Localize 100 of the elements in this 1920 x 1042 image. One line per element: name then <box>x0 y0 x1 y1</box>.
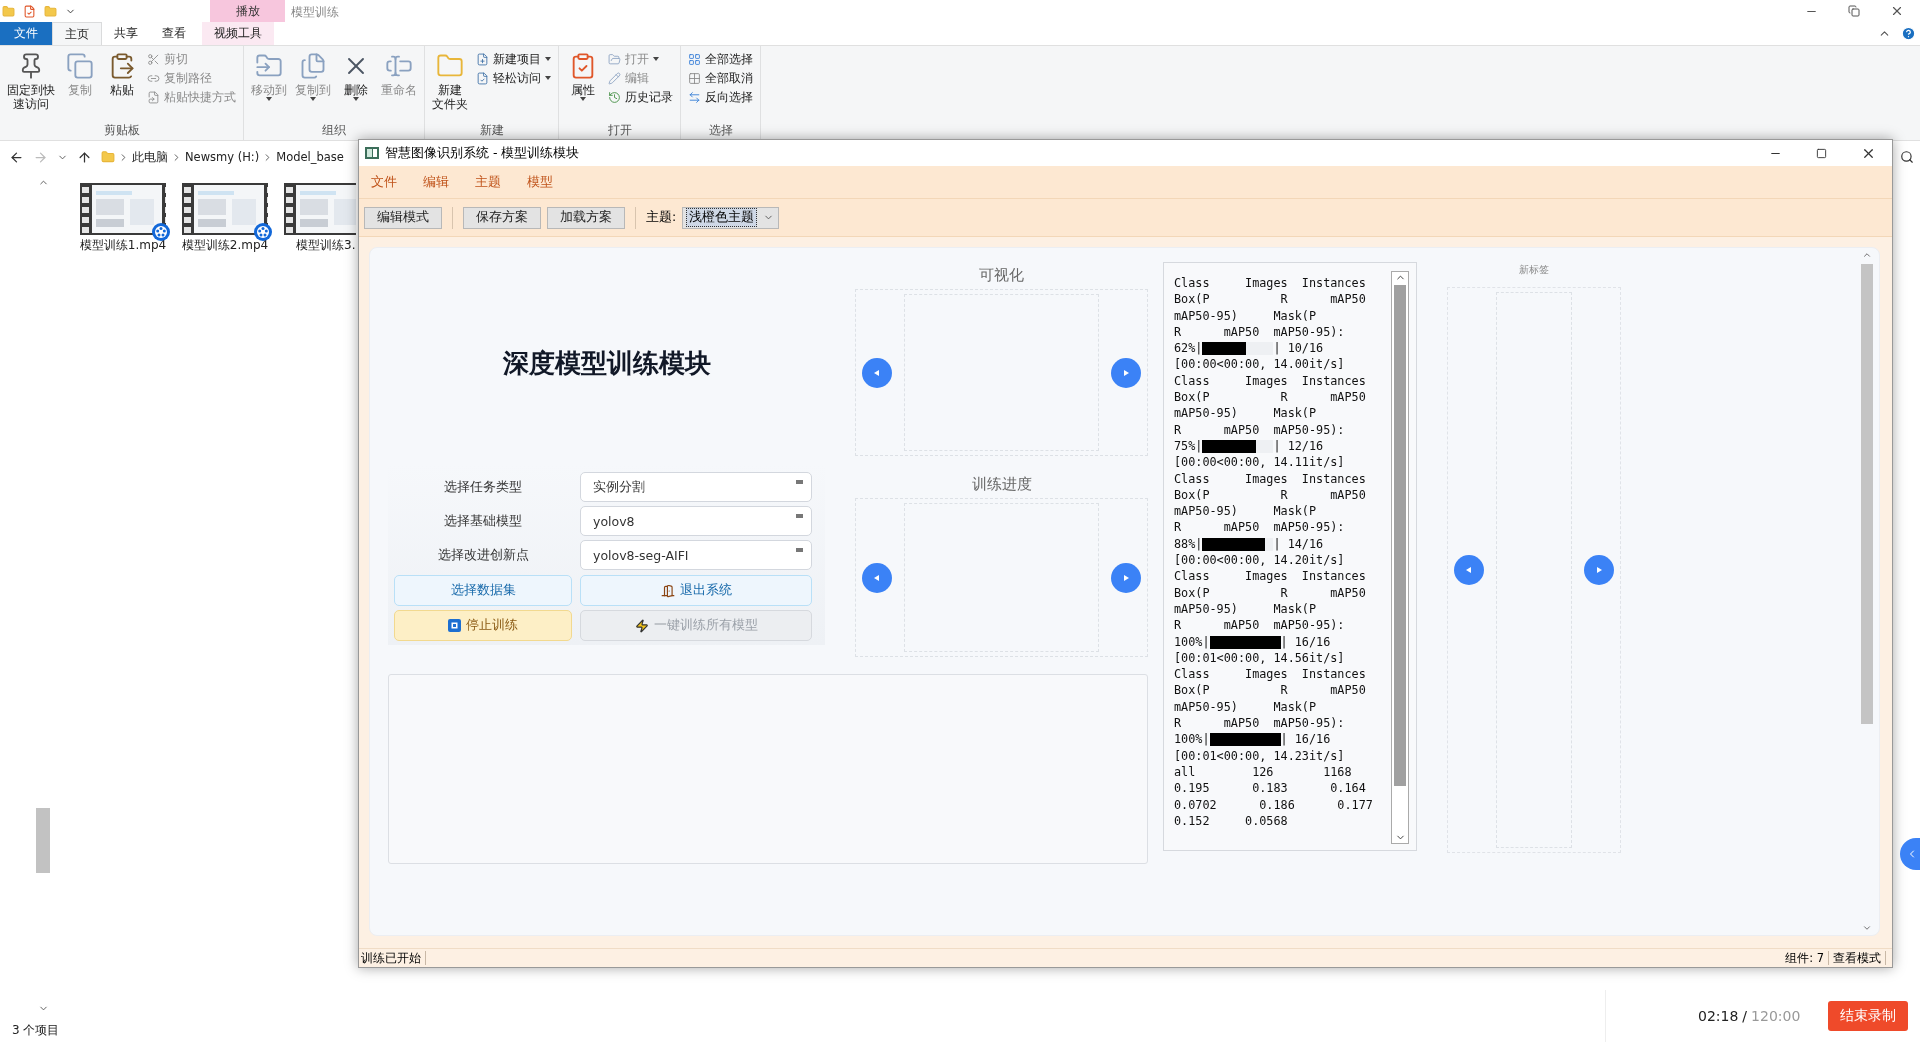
menu-item[interactable]: 文件 <box>371 173 397 191</box>
log-line: Box(P R mAP50 <box>1174 389 1366 406</box>
menu-item[interactable]: 主题 <box>475 173 501 191</box>
folder-open-icon <box>608 52 621 66</box>
ribbon-button[interactable]: 轻松访问 <box>473 69 554 87</box>
scrollbar-thumb[interactable] <box>1861 264 1873 724</box>
scroll-up-icon[interactable] <box>1862 250 1872 260</box>
log-line: [00:00<00:00, 14.20it/s] <box>1174 552 1345 569</box>
back-icon[interactable] <box>9 149 24 165</box>
log-line: R mAP50 mAP50-95): <box>1174 323 1345 341</box>
ribbon-button[interactable]: 历史记录 <box>605 88 676 106</box>
side-tab[interactable] <box>1900 838 1920 870</box>
ribbon-button[interactable]: 新建 文件夹 <box>429 48 471 122</box>
caret-left-icon <box>873 573 882 582</box>
forward-icon[interactable] <box>33 149 48 165</box>
log-line: | 14/16 <box>1273 535 1324 553</box>
file-shortcut-icon <box>147 90 160 104</box>
group-label: 新建 <box>478 122 505 139</box>
log-line: | 10/16 <box>1273 340 1324 357</box>
log-line: Box(P R mAP50 <box>1174 486 1366 504</box>
action-button[interactable]: 停止训练 <box>394 610 572 641</box>
caret-icon <box>545 76 551 80</box>
select-field[interactable]: yolov8-seg-AIFI <box>580 540 812 570</box>
log-line: Class Images Instances <box>1174 275 1366 292</box>
folder-icon[interactable] <box>44 4 57 18</box>
up-icon[interactable] <box>77 149 92 165</box>
log-line: 0.152 0.0568 <box>1174 812 1288 830</box>
context-tab-header: 播放 <box>210 0 285 22</box>
log-line: 100%| <box>1174 633 1210 650</box>
ribbon-button[interactable]: 固定到快 速访问 <box>4 48 58 122</box>
ribbon-tab[interactable]: 文件 <box>0 22 52 45</box>
ribbon-tab[interactable]: 主页 <box>52 22 102 45</box>
log-line: R mAP50 mAP50-95): <box>1174 617 1345 634</box>
folder-icon[interactable] <box>2 4 15 18</box>
search-icon[interactable] <box>1900 150 1914 164</box>
file-name[interactable]: 模型训练1.mp4 <box>79 237 167 254</box>
previous-button[interactable] <box>1454 555 1484 585</box>
ribbon-tab[interactable]: 共享 <box>102 22 150 45</box>
ribbon-button[interactable]: 反向选择 <box>685 88 756 106</box>
ribbon-button[interactable]: 全部选择 <box>685 50 756 68</box>
next-button[interactable] <box>1111 357 1141 388</box>
file-check-icon[interactable] <box>23 4 36 18</box>
log-line: Box(P R mAP50 <box>1174 584 1366 601</box>
file-name[interactable]: 模型训练3. <box>296 237 356 254</box>
ribbon-button[interactable]: 新建项目 <box>473 50 554 68</box>
menu-item[interactable]: 模型 <box>527 173 553 191</box>
log-line: mAP50-95) Mask(P <box>1174 600 1317 618</box>
film-reel-icon <box>152 223 170 241</box>
theme-select[interactable]: 浅橙色主题 <box>682 206 780 229</box>
scrollbar-thumb[interactable] <box>36 808 50 873</box>
next-button[interactable] <box>1111 562 1141 593</box>
previous-button[interactable] <box>862 562 893 593</box>
log-line: 100%| <box>1174 731 1210 748</box>
pencil-icon <box>608 71 621 85</box>
window-title: 智慧图像识别系统 - 模型训练模块 <box>385 144 580 162</box>
toolbar-button[interactable]: 保存方案 <box>463 206 541 229</box>
field-label: 选择改进创新点 <box>436 546 530 564</box>
breadcrumb[interactable]: 此电脑 <box>132 149 168 165</box>
action-button[interactable]: 选择数据集 <box>394 575 572 606</box>
close-icon[interactable] <box>1890 4 1904 18</box>
restore-icon[interactable] <box>1848 5 1860 17</box>
scrollbar-thumb[interactable] <box>1394 285 1406 786</box>
stop-recording-button[interactable]: 结束录制 <box>1828 1001 1909 1031</box>
status-text: 组件: 7 <box>1785 950 1824 966</box>
copy-icon <box>66 52 94 80</box>
ribbon-button[interactable]: 粘贴 <box>102 48 142 122</box>
scroll-down-icon[interactable] <box>1862 923 1872 933</box>
group-label: 剪贴板 <box>102 122 141 139</box>
files-icon <box>299 52 327 80</box>
log-line: 62%| <box>1174 340 1203 357</box>
file-check-icon <box>476 71 489 85</box>
swap-icon <box>688 90 701 104</box>
caret-icon <box>310 97 316 101</box>
caret-icon <box>353 97 359 101</box>
previous-button[interactable] <box>862 357 893 388</box>
panel-title: 新标签 <box>1518 263 1550 277</box>
ribbon-button[interactable]: 删除 <box>336 48 376 122</box>
maximize-icon[interactable] <box>1816 147 1827 159</box>
caret-icon <box>545 57 551 61</box>
log-line: mAP50-95) Mask(P <box>1174 405 1317 422</box>
scrollbar[interactable] <box>1391 271 1409 844</box>
ribbon-button[interactable]: 全部取消 <box>685 69 756 87</box>
log-line: | 16/16 <box>1280 633 1331 650</box>
menu-item[interactable]: 编辑 <box>423 173 449 191</box>
action-button[interactable]: 退出系统 <box>580 575 812 606</box>
breadcrumb[interactable]: Newsmy (H:) <box>185 150 260 164</box>
ribbon-tab[interactable]: 视频工具 <box>202 22 274 45</box>
toolbar-button[interactable]: 加载方案 <box>547 206 625 229</box>
door-icon <box>660 583 675 598</box>
next-button[interactable] <box>1584 555 1614 585</box>
ribbon-button[interactable]: 属性 <box>563 48 603 122</box>
file-name[interactable]: 模型训练2.mp4 <box>181 237 269 254</box>
select-field[interactable]: 实例分割 <box>580 472 812 502</box>
log-line: 0.0702 0.186 0.177 <box>1174 796 1373 813</box>
help-icon[interactable] <box>1901 26 1916 41</box>
breadcrumb[interactable]: Model_base <box>276 150 344 164</box>
toolbar-button[interactable]: 编辑模式 <box>364 206 442 229</box>
select-field[interactable]: yolov8 <box>580 506 812 536</box>
ribbon-tab[interactable]: 查看 <box>150 22 198 45</box>
log-line: mAP50-95) Mask(P <box>1174 698 1317 715</box>
